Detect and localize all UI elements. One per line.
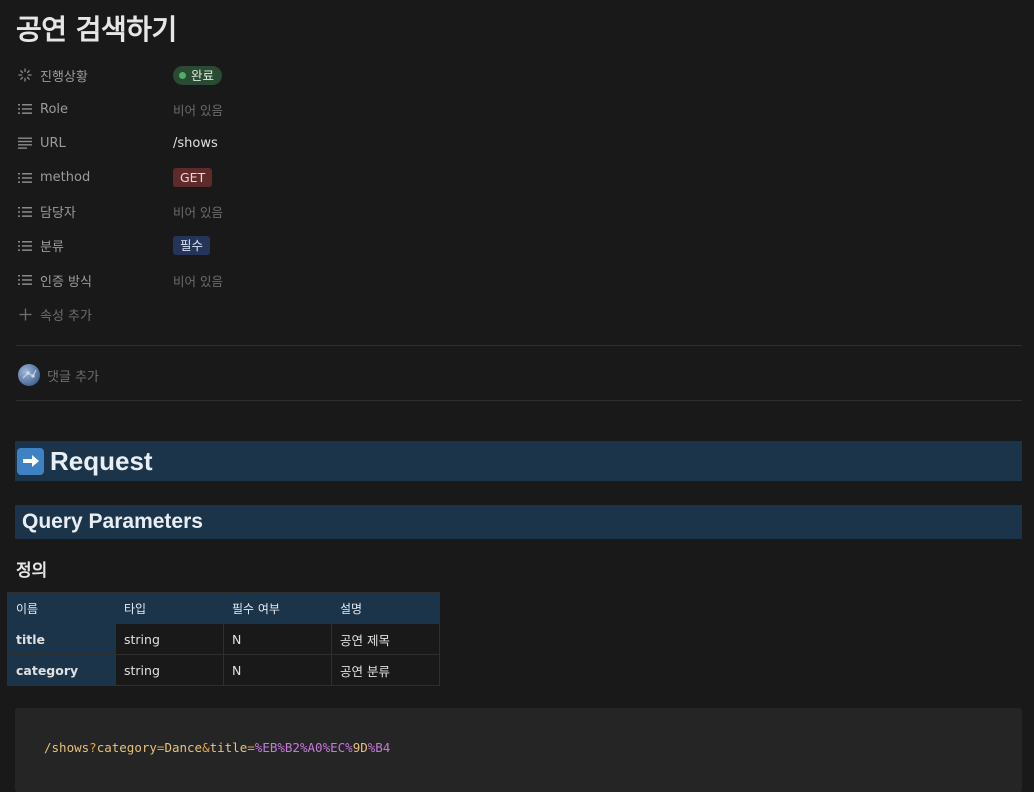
property-value-url[interactable]: /shows xyxy=(173,126,218,160)
property-value[interactable]: 완료 xyxy=(173,58,223,92)
query-parameters-heading-block: Query Parameters xyxy=(15,505,1022,539)
comment-placeholder: 댓글 추가 xyxy=(47,369,99,385)
table-cell[interactable]: category xyxy=(7,654,116,686)
status-dot-icon xyxy=(179,71,186,79)
property-label: method xyxy=(40,170,91,186)
code-token: EB xyxy=(262,740,278,755)
code-token: % xyxy=(299,740,308,755)
code-token: B4 xyxy=(375,740,391,755)
code-token: A0 xyxy=(307,740,323,755)
table-header-cell[interactable]: 필수 여부 xyxy=(223,592,332,624)
property-value-empty[interactable]: 비어 있음 xyxy=(173,92,223,126)
property-list: 진행상황 완료 Role 비어 있음 URL /shows method GET… xyxy=(16,58,1022,332)
table-cell[interactable]: 공연 분류 xyxy=(331,654,440,686)
property-label: Role xyxy=(40,101,69,117)
table-cell[interactable]: string xyxy=(115,623,224,655)
property-key[interactable]: method xyxy=(16,161,166,195)
property-value[interactable]: GET xyxy=(173,161,213,195)
table-cell[interactable]: string xyxy=(115,654,224,686)
list-icon xyxy=(16,100,34,118)
add-property-button[interactable]: 속성 추가 xyxy=(16,297,1022,331)
code-token: % xyxy=(345,740,353,755)
table-cell[interactable]: title xyxy=(7,623,116,655)
property-label: 분류 xyxy=(40,240,64,256)
property-key[interactable]: 담당자 xyxy=(16,195,166,229)
code-token: EC xyxy=(330,740,346,755)
property-url[interactable]: URL /shows xyxy=(16,126,1022,160)
table-row: title string N 공연 제목 xyxy=(7,623,440,655)
code-token: B2 xyxy=(284,740,300,755)
add-property-label: 속성 추가 xyxy=(40,308,92,324)
code-token: /shows xyxy=(44,740,90,755)
plus-icon xyxy=(16,305,34,323)
code-token: ? xyxy=(89,740,97,755)
property-label: URL xyxy=(40,135,66,151)
table-cell[interactable]: 공연 제목 xyxy=(331,623,440,655)
property-key[interactable]: 분류 xyxy=(16,229,166,263)
method-tag[interactable]: GET xyxy=(173,168,213,188)
request-heading: Request xyxy=(50,445,153,476)
list-icon xyxy=(16,271,34,289)
request-heading-block: Request xyxy=(15,441,1022,481)
table-header-cell[interactable]: 설명 xyxy=(331,592,440,624)
property-key[interactable]: Role xyxy=(16,92,166,126)
status-badge[interactable]: 완료 xyxy=(173,65,223,85)
property-label: 인증 방식 xyxy=(40,274,92,290)
code-token: = xyxy=(247,740,255,755)
status-text: 완료 xyxy=(191,67,215,83)
list-icon xyxy=(16,203,34,221)
code-block[interactable]: /shows?category=Dance&title=%EB%B2%A0%EC… xyxy=(15,708,1022,792)
code-token: & xyxy=(202,740,210,755)
property-method[interactable]: method GET xyxy=(16,161,1022,195)
avatar xyxy=(18,364,40,386)
right-arrow-icon xyxy=(17,447,44,475)
property-status[interactable]: 진행상황 완료 xyxy=(16,58,1022,92)
add-property-key[interactable]: 속성 추가 xyxy=(16,297,166,331)
property-auth[interactable]: 인증 방식 비어 있음 xyxy=(16,263,1022,297)
table-header-cell[interactable]: 타입 xyxy=(115,592,224,624)
code-token: Dance xyxy=(164,740,203,755)
property-label: 담당자 xyxy=(40,206,76,222)
page: 공연 검색하기 진행상황 완료 Role 비어 있음 URL /shows me… xyxy=(0,0,1034,792)
property-value-empty[interactable]: 비어 있음 xyxy=(173,263,223,297)
property-role[interactable]: Role 비어 있음 xyxy=(16,92,1022,126)
page-title[interactable]: 공연 검색하기 xyxy=(16,8,177,48)
list-icon xyxy=(16,169,34,187)
property-label: 진행상황 xyxy=(40,69,88,85)
property-value-empty[interactable]: 비어 있음 xyxy=(173,195,223,229)
table-row: category string N 공연 분류 xyxy=(7,654,440,686)
definition-heading: 정의 xyxy=(16,561,48,581)
status-spinner-icon xyxy=(16,66,34,84)
code-token: category xyxy=(96,740,157,755)
property-key[interactable]: 인증 방식 xyxy=(16,263,166,297)
code-token: % xyxy=(322,740,331,755)
property-category[interactable]: 분류 필수 xyxy=(16,229,1022,263)
code-text[interactable]: /shows?category=Dance&title=%EB%B2%A0%EC… xyxy=(44,740,390,755)
required-tag[interactable]: 필수 xyxy=(173,236,211,256)
table-cell[interactable]: N xyxy=(223,654,332,686)
property-key[interactable]: URL xyxy=(16,126,166,160)
code-token: % xyxy=(277,740,285,755)
list-icon xyxy=(16,237,34,255)
code-token: 9D xyxy=(352,740,368,755)
query-parameters-table: 이름 타입 필수 여부 설명 title string N 공연 제목 cate… xyxy=(7,592,440,686)
text-lines-icon xyxy=(16,134,34,152)
code-token: title xyxy=(209,740,248,755)
property-assignee[interactable]: 담당자 비어 있음 xyxy=(16,195,1022,229)
divider xyxy=(16,345,1022,346)
property-key[interactable]: 진행상황 xyxy=(16,58,166,92)
query-parameters-heading: Query Parameters xyxy=(22,510,203,533)
table-header-row: 이름 타입 필수 여부 설명 xyxy=(7,592,440,624)
table-header-cell[interactable]: 이름 xyxy=(7,592,116,624)
property-value[interactable]: 필수 xyxy=(173,229,211,263)
add-comment[interactable]: 댓글 추가 xyxy=(18,363,99,387)
table-cell[interactable]: N xyxy=(223,623,332,655)
divider xyxy=(16,400,1022,401)
